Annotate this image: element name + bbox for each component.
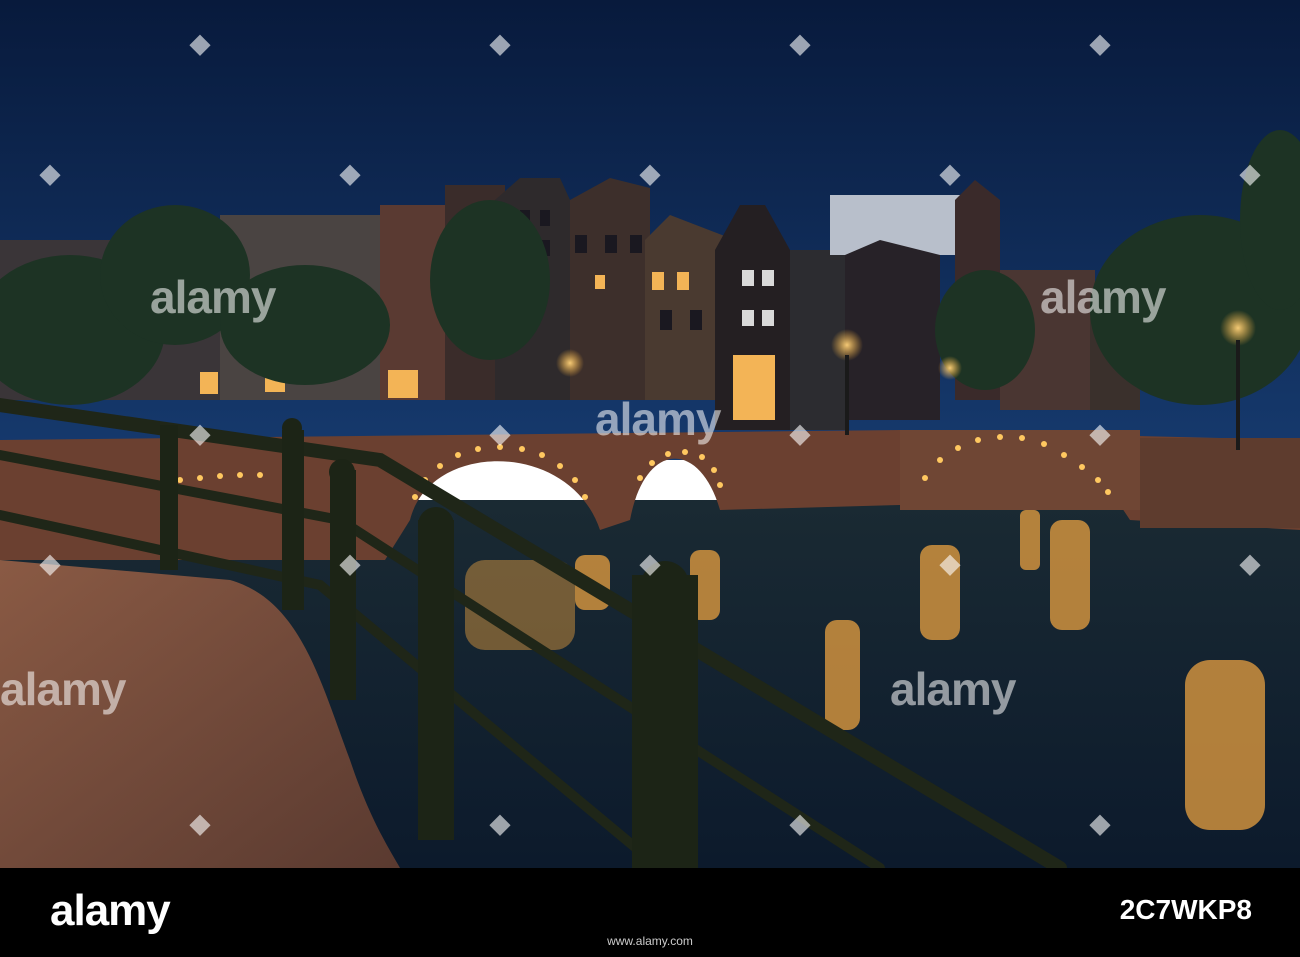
image-id: 2C7WKP8 <box>1119 894 1252 925</box>
footer-url: www.alamy.com <box>607 934 693 948</box>
footer-bar: alamy 2C7WKP8 www.alamy.com <box>0 868 1300 957</box>
alamy-logo: alamy <box>50 886 171 935</box>
photo: alamy alamy alamy alamy alamy ◆ ◆ ◆ ◆ ◆ … <box>0 0 1300 868</box>
canal-night-scene <box>0 0 1300 868</box>
